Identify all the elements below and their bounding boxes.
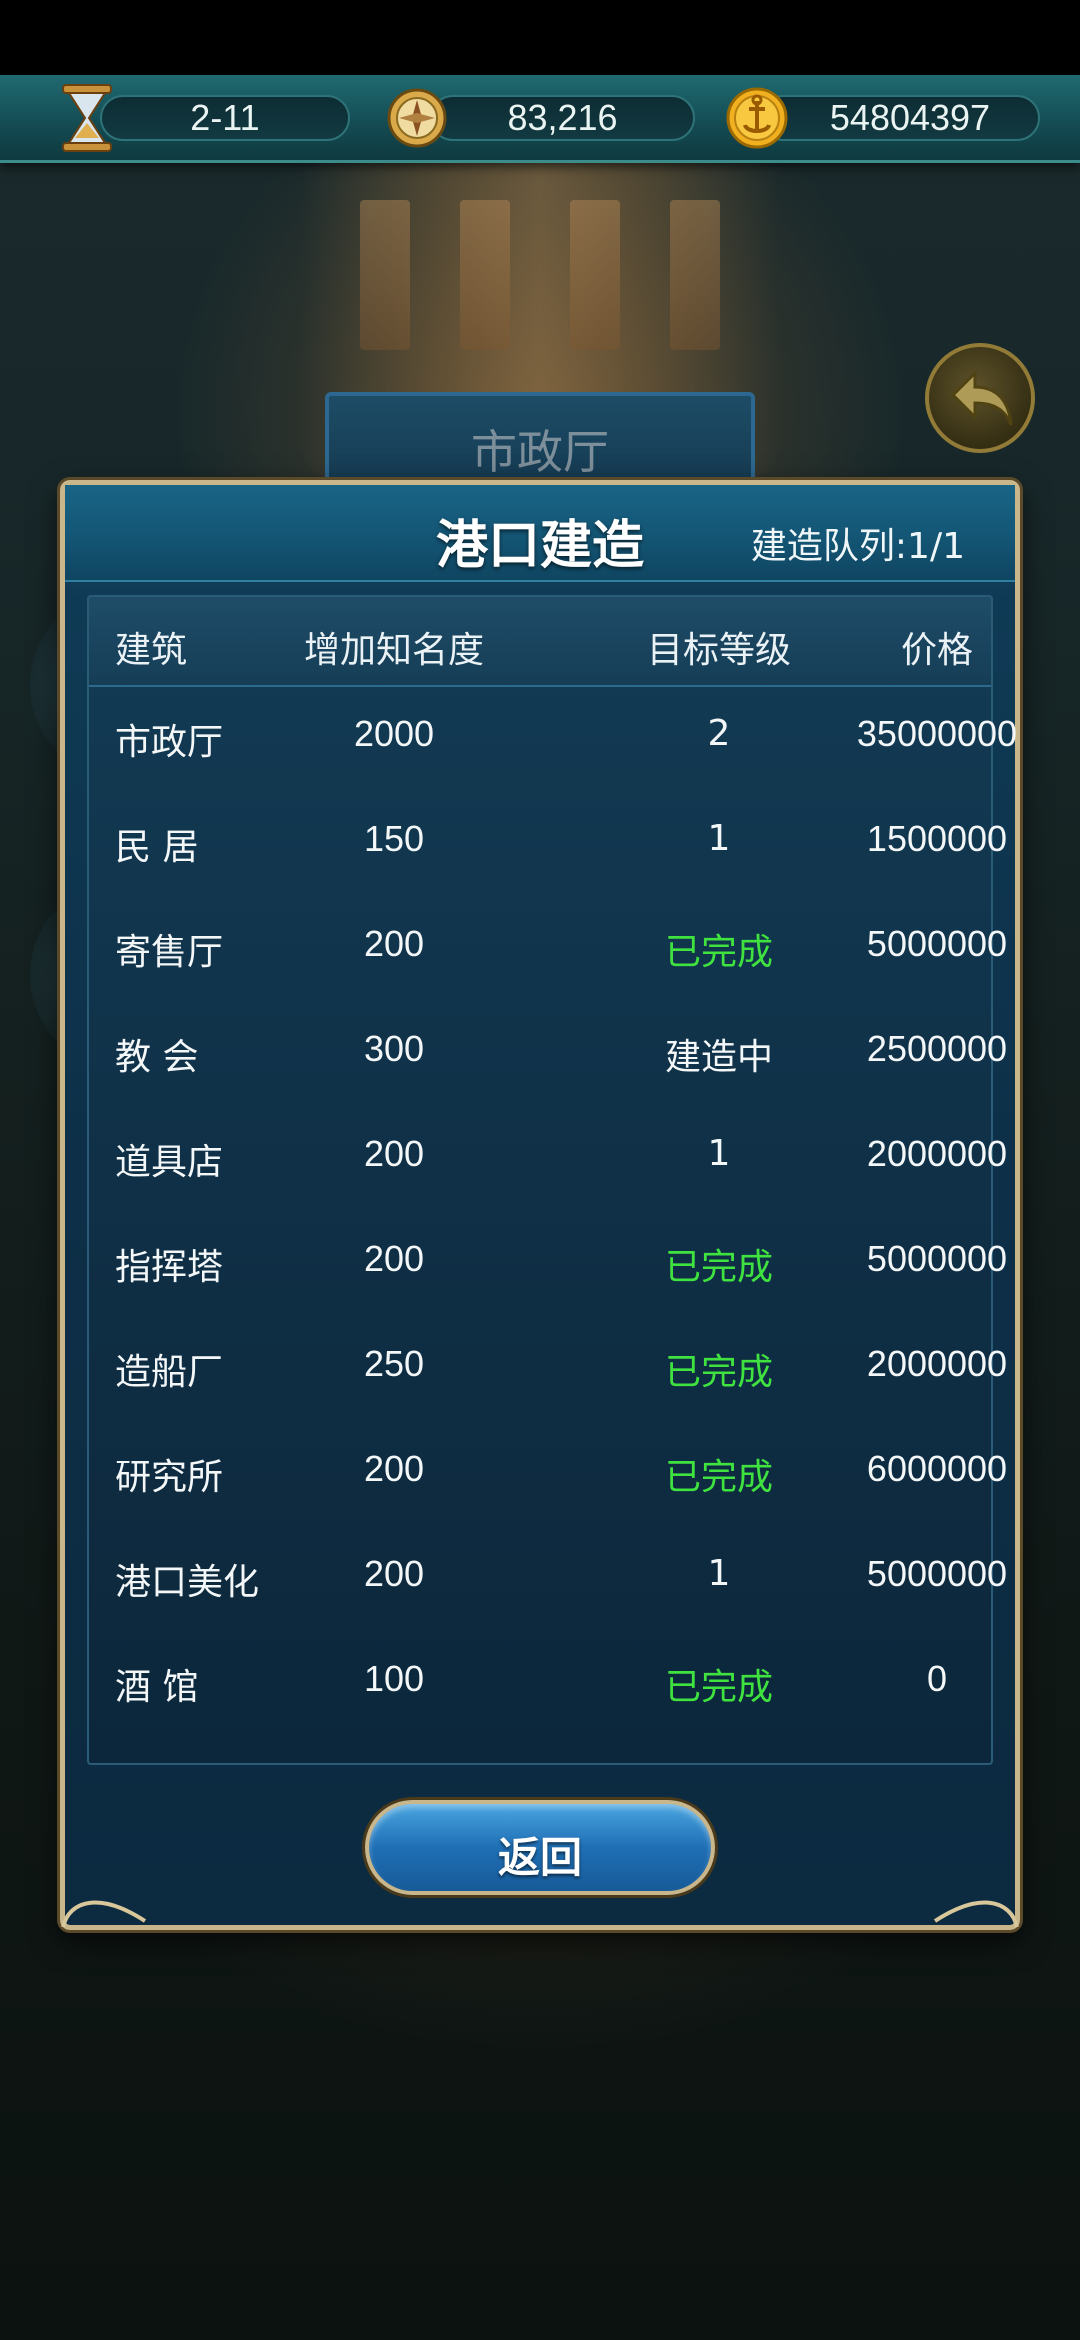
anchor-coin-icon	[725, 83, 789, 153]
building-name-cell: 指挥塔	[115, 1247, 224, 1288]
building-name-cell: 港口美化	[115, 1562, 260, 1603]
hourglass-icon	[55, 83, 119, 153]
gold-slot: 54804397	[760, 95, 1040, 141]
fame-cell: 250	[363, 1343, 425, 1384]
fame-cell: 200	[363, 1133, 425, 1174]
background-window	[460, 200, 510, 350]
back-arrow-button[interactable]	[925, 343, 1035, 453]
price-cell: 5000000	[866, 1238, 1008, 1279]
table-row[interactable]: 港口美化 200 1 5000000	[89, 1525, 1007, 1630]
table-row[interactable]: 民 居 150 1 1500000	[89, 790, 1007, 895]
table-row[interactable]: 酒 馆 100 已完成 0	[89, 1630, 991, 1735]
back-button-label: 返回	[497, 1833, 582, 1882]
table-header: 建筑 增加知名度 目标等级 价格	[89, 597, 991, 687]
price-cell: 1500000	[866, 818, 1008, 859]
building-name-cell: 研究所	[115, 1457, 224, 1498]
chapter-slot: 2-11	[100, 95, 350, 141]
building-name-cell: 道具店	[115, 1142, 224, 1183]
build-queue-label: 建造队列:1/1	[750, 526, 965, 567]
building-name-cell: 教 会	[115, 1037, 199, 1078]
building-name-cell: 寄售厅	[115, 932, 224, 973]
fame-cell: 2000	[353, 713, 435, 754]
port-construction-panel: 港口建造 建造队列:1/1 建筑 增加知名度 目标等级 价格 市政厅 2000 …	[60, 480, 1020, 1930]
column-header-building: 建筑	[115, 630, 188, 671]
corner-ornament-icon	[933, 1900, 1019, 1928]
fame-cell: 300	[363, 1028, 425, 1069]
column-header-fame: 增加知名度	[303, 630, 484, 671]
fame-cell: 200	[363, 1448, 425, 1489]
compass-icon	[385, 83, 449, 153]
table-row[interactable]: 市政厅 2000 2 35000000	[89, 685, 1017, 790]
fame-value: 83,216	[507, 97, 618, 138]
price-cell: 0	[926, 1658, 948, 1699]
fame-cell: 200	[363, 923, 425, 964]
price-cell: 2000000	[866, 1343, 1008, 1384]
game-screen: 市政厅 2-11 83,216 54804397 港口建造 建造队列:1/1 建…	[0, 0, 1080, 2340]
column-header-price: 价格	[900, 630, 973, 671]
building-name-banner: 市政厅	[325, 392, 755, 492]
price-cell: 6000000	[866, 1448, 1008, 1489]
price-cell: 2000000	[866, 1133, 1008, 1174]
table-row[interactable]: 寄售厅 200 已完成 5000000	[89, 895, 1007, 1000]
resource-bar: 2-11 83,216 54804397	[0, 75, 1080, 163]
building-name-cell: 造船厂	[115, 1352, 224, 1393]
background-window	[670, 200, 720, 350]
fame-cell: 200	[363, 1553, 425, 1594]
fame-cell: 150	[363, 818, 425, 859]
table-row[interactable]: 研究所 200 已完成 6000000	[89, 1420, 1007, 1525]
table-row[interactable]: 教 会 300 建造中 2500000	[89, 1000, 1007, 1105]
building-name-cell: 市政厅	[115, 722, 224, 763]
chapter-value: 2-11	[190, 97, 260, 138]
table-row[interactable]: 指挥塔 200 已完成 5000000	[89, 1210, 1007, 1315]
price-cell: 2500000	[866, 1028, 1008, 1069]
building-name: 市政厅	[471, 425, 609, 479]
fame-cell: 100	[363, 1658, 425, 1699]
status-bar	[0, 0, 1080, 75]
gold-value: 54804397	[829, 97, 991, 138]
building-name-cell: 酒 馆	[115, 1667, 199, 1708]
table-row[interactable]: 造船厂 250 已完成 2000000	[89, 1315, 1007, 1420]
background-window	[360, 200, 410, 350]
back-button[interactable]: 返回	[365, 1800, 715, 1895]
panel-header: 港口建造 建造队列:1/1	[65, 485, 1015, 582]
background-window	[570, 200, 620, 350]
price-cell: 5000000	[866, 1553, 1008, 1594]
fame-cell: 200	[363, 1238, 425, 1279]
fame-slot: 83,216	[430, 95, 695, 141]
building-name-cell: 民 居	[115, 827, 199, 868]
return-arrow-icon	[950, 369, 1013, 426]
price-cell: 5000000	[866, 923, 1008, 964]
table-row[interactable]: 道具店 200 1 2000000	[89, 1105, 1007, 1210]
price-cell: 35000000	[856, 713, 1018, 754]
corner-ornament-icon	[61, 1900, 147, 1928]
building-table: 建筑 增加知名度 目标等级 价格 市政厅 2000 2 35000000 民 居…	[87, 595, 1017, 1765]
